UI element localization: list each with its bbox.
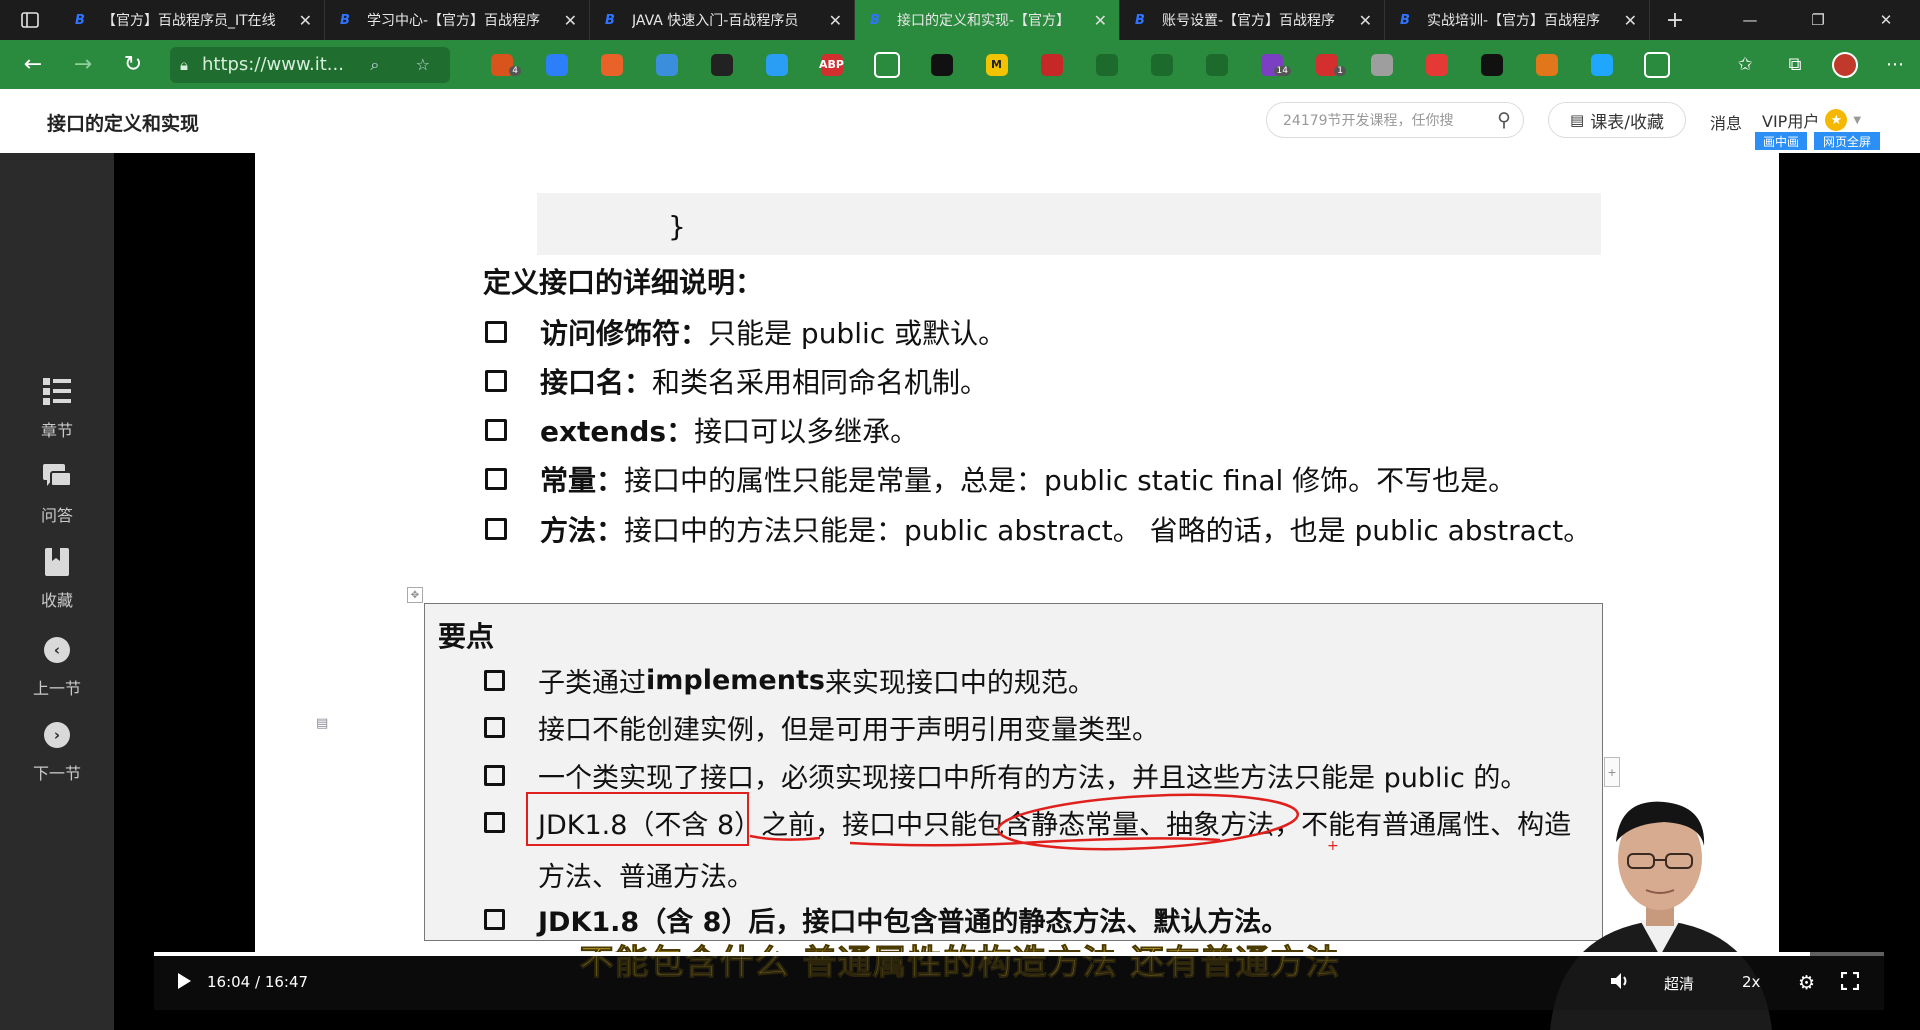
document-icon: ▤ xyxy=(316,716,329,731)
time-separator: / xyxy=(250,973,265,991)
progress-bar[interactable] xyxy=(154,952,1884,956)
speed-button[interactable]: 2x xyxy=(1742,973,1760,991)
play-icon[interactable] xyxy=(176,972,192,990)
volume-icon[interactable] xyxy=(1610,972,1630,990)
time-display: 16:04 / 16:47 xyxy=(207,973,309,991)
settings-gear-icon[interactable]: ⚙ xyxy=(1798,972,1815,994)
svg-text:+: + xyxy=(1327,838,1339,854)
progress-fill xyxy=(154,952,1810,956)
quality-button[interactable]: 超清 xyxy=(1664,973,1694,994)
fullscreen-icon[interactable] xyxy=(1841,972,1859,990)
